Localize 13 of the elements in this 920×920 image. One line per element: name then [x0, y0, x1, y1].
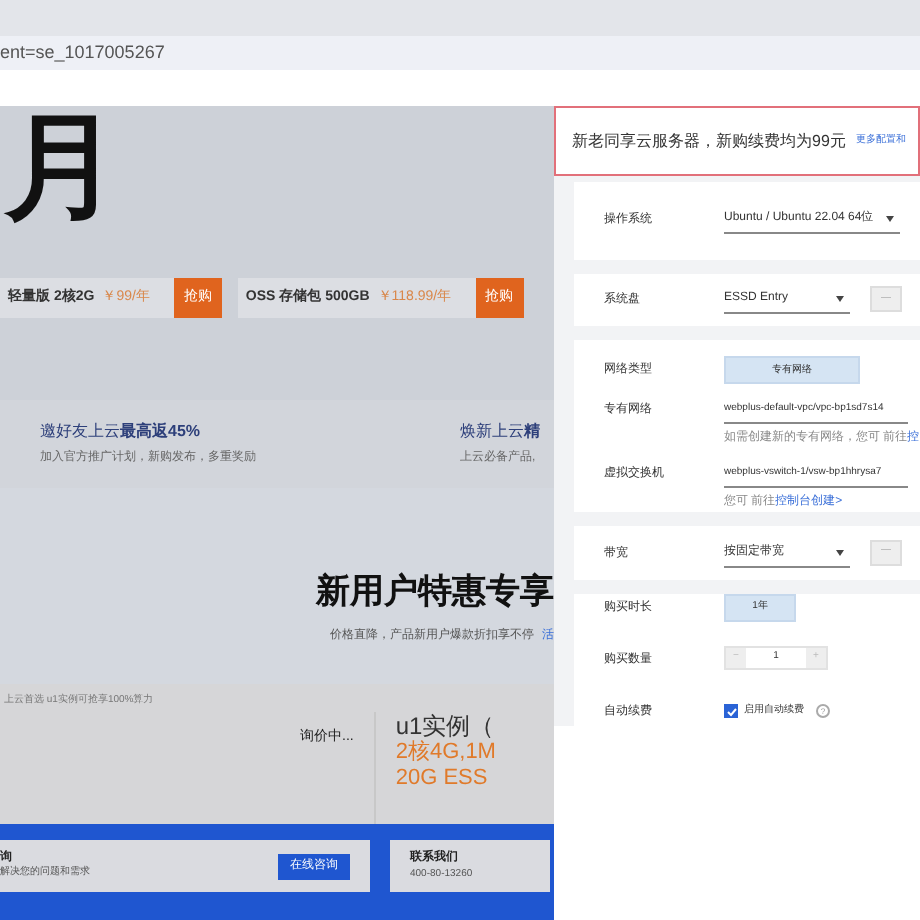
section-title: 新用户特惠专享	[316, 572, 554, 612]
offer-spec: 20G ESS	[395, 766, 490, 792]
caret-icon	[836, 295, 844, 302]
banner-headline: 月	[4, 106, 120, 230]
caret-icon	[836, 549, 844, 556]
benefit-title: 邀好友上云最高返45%	[40, 420, 203, 444]
benefit-title: 焕新上云精	[460, 420, 540, 444]
offer-name: u1实例（	[395, 712, 496, 740]
checkbox[interactable]	[724, 704, 738, 719]
caret-icon	[886, 216, 894, 223]
notice-text: 新老同享云服务器，新购续费均为99元	[572, 129, 846, 153]
offer-spec: 2核4G,1M	[395, 740, 496, 766]
url-text[interactable]: ent=se_1017005267	[0, 39, 165, 67]
